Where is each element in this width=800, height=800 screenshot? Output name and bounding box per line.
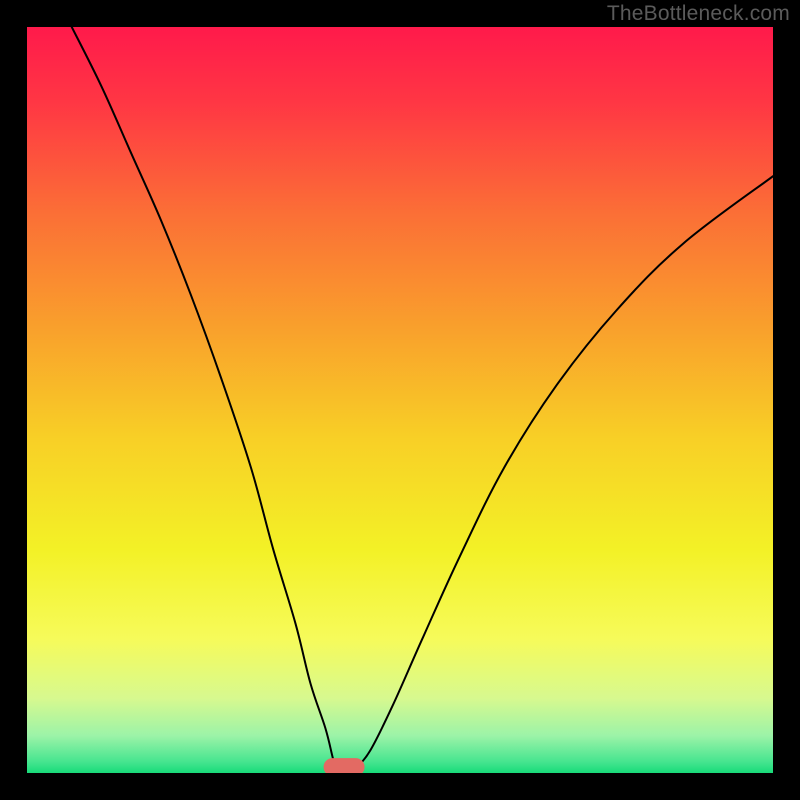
chart-svg [27, 27, 773, 773]
marker-group [324, 758, 365, 773]
watermark-text: TheBottleneck.com [607, 2, 790, 26]
chart-frame: TheBottleneck.com [0, 0, 800, 800]
minimum-marker [324, 758, 365, 773]
plot-area [27, 27, 773, 773]
gradient-background [27, 27, 773, 773]
